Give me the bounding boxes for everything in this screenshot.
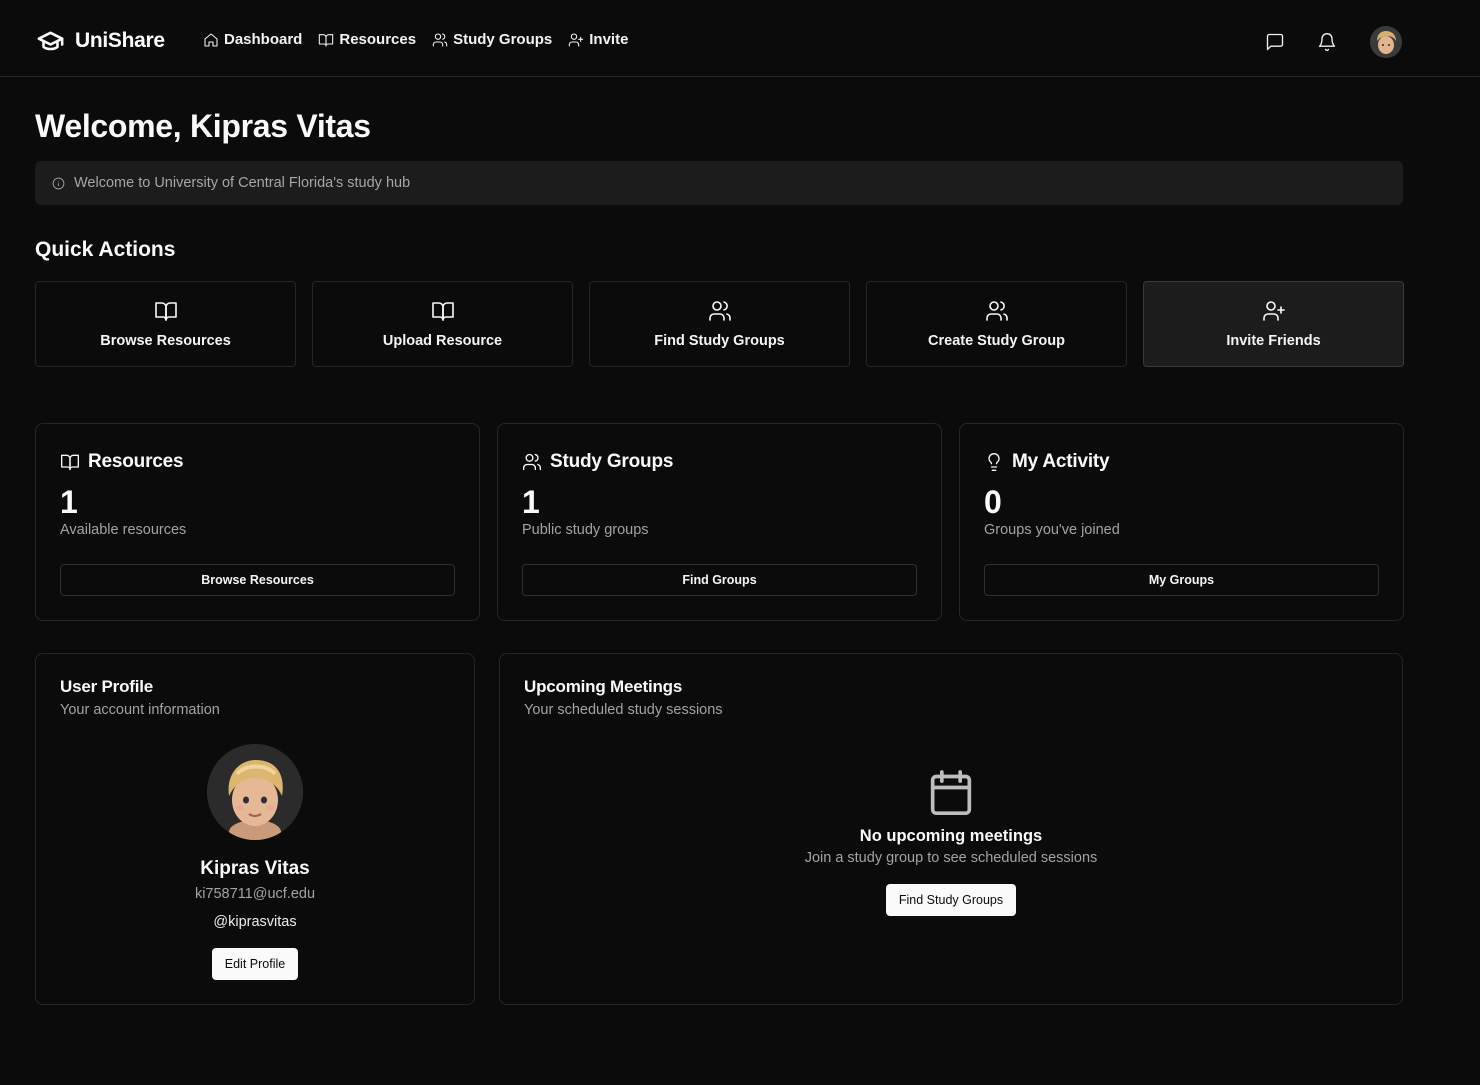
calendar-icon xyxy=(929,769,973,817)
nav-dashboard-label: Dashboard xyxy=(224,31,303,48)
empty-state-subtitle: Join a study group to see scheduled sess… xyxy=(804,850,1098,866)
card-title: Upcoming Meetings xyxy=(524,677,683,696)
quick-action-invite-friends[interactable]: Invite Friends xyxy=(1143,281,1404,367)
find-study-groups-button[interactable]: Find Study Groups xyxy=(886,884,1016,916)
user-plus-icon xyxy=(1262,299,1286,323)
welcome-alert-text: Welcome to University of Central Florida… xyxy=(74,175,411,191)
stat-title: Study Groups xyxy=(550,451,674,472)
brand-logo[interactable]: UniShare xyxy=(35,27,165,55)
quick-action-upload-resource[interactable]: Upload Resource xyxy=(312,281,573,367)
stat-subtitle: Available resources xyxy=(60,522,187,538)
notifications-button[interactable] xyxy=(1312,27,1342,57)
nav-resources[interactable]: Resources xyxy=(318,31,416,48)
stat-header: Resources xyxy=(60,451,184,473)
card-title: User Profile xyxy=(60,677,154,696)
welcome-alert: Welcome to University of Central Florida… xyxy=(35,161,1403,205)
quick-action-label: Find Study Groups xyxy=(654,333,785,349)
quick-action-browse-resources[interactable]: Browse Resources xyxy=(35,281,296,367)
edit-profile-button[interactable]: Edit Profile xyxy=(212,948,298,980)
avatar[interactable] xyxy=(1370,26,1402,58)
empty-state-title: No upcoming meetings xyxy=(859,827,1043,845)
profile-handle: @kiprasvitas xyxy=(213,914,297,930)
book-open-icon xyxy=(318,32,334,48)
browse-resources-button[interactable]: Browse Resources xyxy=(60,564,455,596)
users-icon xyxy=(985,299,1009,323)
card-subtitle: Your scheduled study sessions xyxy=(524,702,723,718)
profile-email: ki758711@ucf.edu xyxy=(194,886,316,902)
stat-card-my-activity: My Activity 0 Groups you've joined My Gr… xyxy=(959,423,1404,621)
stat-card-study-groups: Study Groups 1 Public study groups Find … xyxy=(497,423,942,621)
lightbulb-icon xyxy=(984,452,1004,472)
message-square-icon xyxy=(1265,32,1285,52)
messages-button[interactable] xyxy=(1260,27,1290,57)
quick-actions: Browse Resources Upload Resource Find St… xyxy=(35,281,1404,367)
quick-action-find-study-groups[interactable]: Find Study Groups xyxy=(589,281,850,367)
stat-title: My Activity xyxy=(1012,451,1110,472)
stat-value: 1 xyxy=(522,484,540,520)
page-title: Welcome, Kipras Vitas xyxy=(35,108,371,144)
info-icon xyxy=(52,177,65,190)
nav-actions xyxy=(1260,26,1402,58)
my-groups-button[interactable]: My Groups xyxy=(984,564,1379,596)
users-icon xyxy=(432,32,448,48)
stat-value: 0 xyxy=(984,484,1002,520)
stat-subtitle: Public study groups xyxy=(522,522,649,538)
nav-resources-label: Resources xyxy=(339,31,417,48)
main-nav: Dashboard Resources Study Groups Invite xyxy=(203,31,628,48)
stat-header: My Activity xyxy=(984,451,1110,473)
card-subtitle: Your account information xyxy=(60,702,220,718)
find-groups-button[interactable]: Find Groups xyxy=(522,564,917,596)
book-open-icon xyxy=(60,452,80,472)
quick-actions-title: Quick Actions xyxy=(35,238,176,261)
nav-study-groups[interactable]: Study Groups xyxy=(432,31,552,48)
nav-invite-label: Invite xyxy=(589,31,629,48)
book-open-icon xyxy=(154,299,178,323)
user-profile-card: User Profile Your account information Ki… xyxy=(35,653,475,1005)
graduation-cap-icon xyxy=(35,27,66,55)
quick-action-label: Invite Friends xyxy=(1226,333,1321,349)
quick-action-label: Create Study Group xyxy=(928,333,1065,349)
nav-dashboard[interactable]: Dashboard xyxy=(203,31,302,48)
home-icon xyxy=(203,32,219,48)
user-plus-icon xyxy=(568,32,584,48)
stat-value: 1 xyxy=(60,484,78,520)
brand-name: UniShare xyxy=(75,29,165,52)
users-icon xyxy=(522,452,542,472)
book-open-icon xyxy=(431,299,455,323)
quick-action-label: Browse Resources xyxy=(100,333,231,349)
users-icon xyxy=(708,299,732,323)
profile-avatar xyxy=(207,744,303,840)
stat-title: Resources xyxy=(88,451,184,472)
nav-study-groups-label: Study Groups xyxy=(453,31,553,48)
bell-icon xyxy=(1317,32,1337,52)
upcoming-meetings-card: Upcoming Meetings Your scheduled study s… xyxy=(499,653,1403,1005)
profile-name: Kipras Vitas xyxy=(200,858,310,879)
stat-card-resources: Resources 1 Available resources Browse R… xyxy=(35,423,480,621)
quick-action-label: Upload Resource xyxy=(382,333,503,349)
stat-header: Study Groups xyxy=(522,451,673,473)
quick-action-create-study-group[interactable]: Create Study Group xyxy=(866,281,1127,367)
top-navbar: UniShare Dashboard Resources Study Group… xyxy=(0,0,1480,77)
stats-row: Resources 1 Available resources Browse R… xyxy=(35,423,1404,621)
nav-invite[interactable]: Invite xyxy=(568,31,628,48)
stat-subtitle: Groups you've joined xyxy=(984,522,1120,538)
